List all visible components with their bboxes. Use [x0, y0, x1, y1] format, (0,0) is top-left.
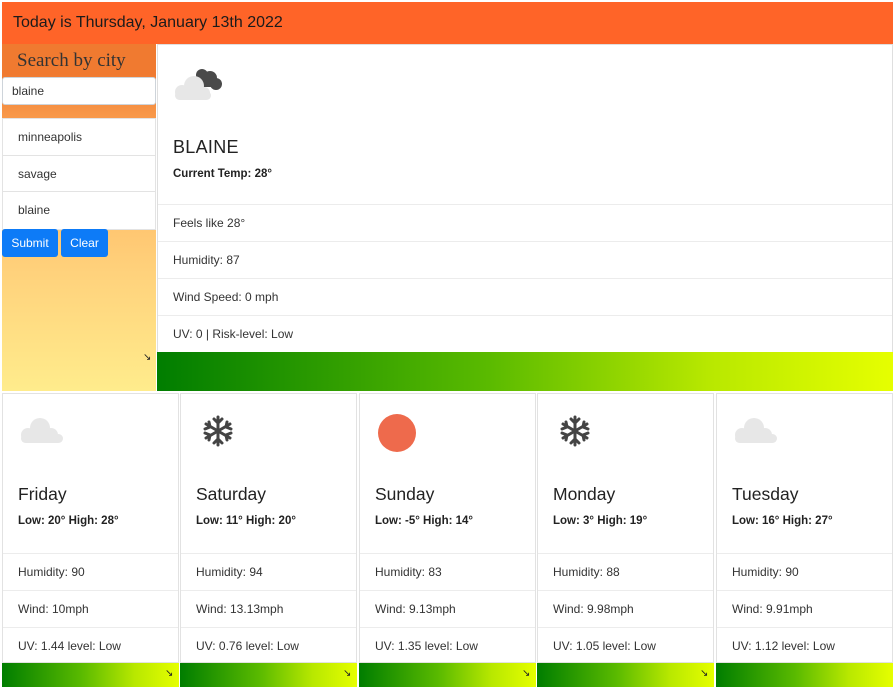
resize-handle-icon[interactable]: ↘	[143, 352, 151, 363]
resize-handle-icon[interactable]: ↘	[343, 668, 351, 679]
submit-button[interactable]: Submit	[2, 229, 58, 257]
cloud-icon	[732, 414, 780, 451]
header-bar: Today is Thursday, January 13th 2022	[2, 2, 893, 44]
uv-gradient-bar: ↘	[537, 663, 714, 687]
humidity: Humidity: 87	[158, 241, 892, 278]
forecast-day: Friday	[18, 484, 67, 504]
forecast-card-friday: Friday Low: 20° High: 28° Humidity: 90 W…	[2, 393, 179, 663]
clear-button[interactable]: Clear	[61, 229, 108, 257]
forecast-card-sunday: Sunday Low: -5° High: 14° Humidity: 83 W…	[359, 393, 536, 663]
forecast-humidity: Humidity: 90	[717, 553, 892, 590]
forecast-humidity: Humidity: 83	[360, 553, 535, 590]
search-sidebar: Search by city minneapolis savage blaine…	[2, 44, 156, 391]
current-weather-card: BLAINE Current Temp: 28° Feels like 28° …	[157, 44, 893, 391]
forecast-card-saturday: Saturday Low: 11° High: 20° Humidity: 94…	[180, 393, 357, 663]
forecast-humidity: Humidity: 88	[538, 553, 713, 590]
snowflake-icon	[201, 414, 235, 453]
forecast-day: Sunday	[375, 484, 435, 504]
history-item-blaine[interactable]: blaine	[3, 192, 155, 229]
forecast-low-high: Low: 3° High: 19°	[553, 515, 648, 527]
forecast-wind: Wind: 9.13mph	[360, 590, 535, 627]
current-temp: Current Temp: 28°	[173, 168, 272, 180]
forecast-wind: Wind: 9.98mph	[538, 590, 713, 627]
uv-index: UV: 0 | Risk-level: Low	[158, 315, 892, 352]
wind-speed: Wind Speed: 0 mph	[158, 278, 892, 315]
resize-handle-icon[interactable]: ↘	[522, 668, 530, 679]
resize-handle-icon[interactable]: ↘	[165, 668, 173, 679]
forecast-low-high: Low: 11° High: 20°	[196, 515, 296, 527]
forecast-humidity: Humidity: 94	[181, 553, 356, 590]
forecast-day: Tuesday	[732, 484, 799, 504]
history-item-savage[interactable]: savage	[3, 156, 155, 192]
forecast-wind: Wind: 9.91mph	[717, 590, 892, 627]
current-date: Today is Thursday, January 13th 2022	[13, 14, 283, 31]
forecast-low-high: Low: -5° High: 14°	[375, 515, 474, 527]
resize-handle-icon[interactable]: ↘	[700, 668, 708, 679]
uv-gradient-bar	[157, 352, 893, 391]
forecast-card-monday: Monday Low: 3° High: 19° Humidity: 88 Wi…	[537, 393, 714, 663]
forecast-uv: UV: 1.12 level: Low	[717, 627, 892, 664]
snowflake-icon	[558, 414, 592, 453]
forecast-uv: UV: 1.44 level: Low	[3, 627, 178, 664]
forecast-wind: Wind: 10mph	[3, 590, 178, 627]
forecast-humidity: Humidity: 90	[3, 553, 178, 590]
feels-like: Feels like 28°	[158, 204, 892, 241]
history-item-minneapolis[interactable]: minneapolis	[3, 119, 155, 156]
forecast-uv: UV: 1.35 level: Low	[360, 627, 535, 664]
forecast-wind: Wind: 13.13mph	[181, 590, 356, 627]
forecast-card-tuesday: Tuesday Low: 16° High: 27° Humidity: 90 …	[716, 393, 893, 663]
search-history-list: minneapolis savage blaine	[2, 118, 156, 230]
city-search-input[interactable]	[2, 77, 156, 105]
city-name: BLAINE	[173, 137, 239, 157]
sun-icon	[377, 413, 417, 458]
search-title: Search by city	[17, 50, 126, 71]
cloud-night-icon	[168, 65, 224, 110]
forecast-uv: UV: 1.05 level: Low	[538, 627, 713, 664]
uv-gradient-bar: ↘	[2, 663, 179, 687]
forecast-day: Saturday	[196, 484, 267, 504]
forecast-low-high: Low: 20° High: 28°	[18, 515, 119, 527]
uv-gradient-bar: ↘	[359, 663, 536, 687]
forecast-uv: UV: 0.76 level: Low	[181, 627, 356, 664]
cloud-icon	[18, 414, 66, 451]
uv-gradient-bar: ↘	[180, 663, 357, 687]
forecast-day: Monday	[553, 484, 616, 504]
forecast-low-high: Low: 16° High: 27°	[732, 515, 833, 527]
uv-gradient-bar	[716, 663, 893, 687]
